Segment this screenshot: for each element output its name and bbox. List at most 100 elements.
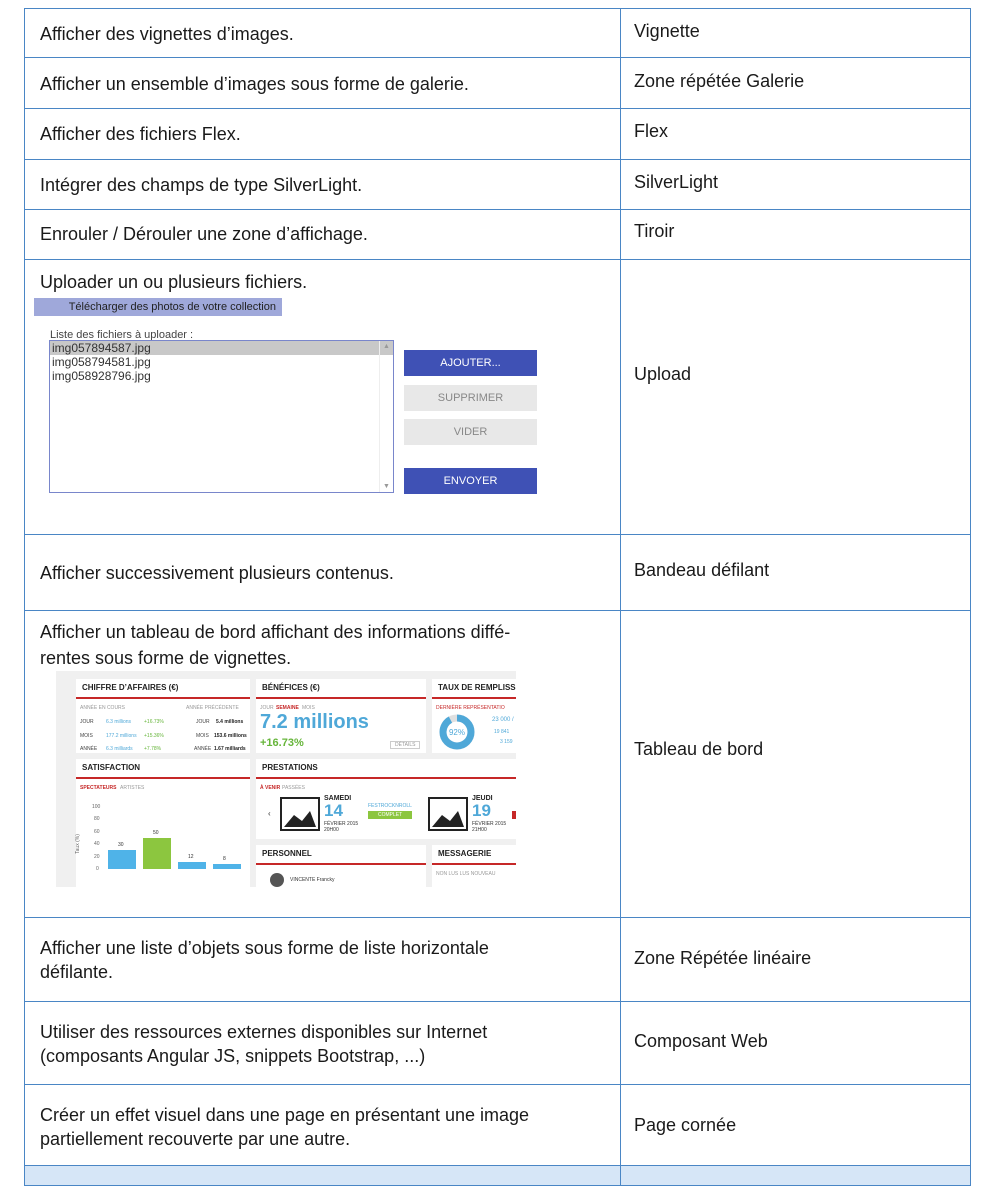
image-placeholder-icon xyxy=(280,797,320,831)
dashboard-preview: CHIFFRE D’AFFAIRES (€) ANNÉE EN COURS AN… xyxy=(56,671,516,887)
value: 153.6 millions xyxy=(214,733,247,739)
satisfaction-chart: 30 50 12 8 xyxy=(108,807,248,869)
upload-banner: Télécharger des photos de votre collecti… xyxy=(34,298,282,316)
row-control-name: Zone Répétée linéaire xyxy=(634,948,812,968)
list-item[interactable]: img058794581.jpg xyxy=(50,355,393,369)
profit-panel: BÉNÉFICES (€) JOUR SEMAINE MOIS 7.2 mill… xyxy=(256,679,426,753)
row-control-name: Tiroir xyxy=(634,221,675,241)
scroll-down-icon[interactable]: ▼ xyxy=(383,483,390,490)
label: ANNÉE xyxy=(194,746,212,752)
value: 6.3 milliards xyxy=(106,746,133,752)
feature-table: Afficher des vignettes d’images. Vignett… xyxy=(24,8,971,1186)
row-control-name: Bandeau défilant xyxy=(634,560,770,580)
profit-value: 7.2 millions xyxy=(260,711,369,733)
row-description: Intégrer des champs de type SilverLight. xyxy=(40,175,363,195)
chart-bar xyxy=(213,864,241,869)
scroll-up-icon[interactable]: ▲ xyxy=(383,343,390,350)
panel-title: BÉNÉFICES (€) xyxy=(262,683,320,692)
chart-data-label: 8 xyxy=(223,856,226,863)
row-control-name: Zone répétée Galerie xyxy=(634,71,805,91)
label: ANNÉE xyxy=(80,746,98,752)
row-description-line2: (composants Angular JS, snippets Bootstr… xyxy=(40,1046,426,1066)
label: MOIS xyxy=(196,733,209,739)
chart-data-label: 12 xyxy=(188,853,194,860)
tab-artists[interactable]: ARTISTES xyxy=(120,785,144,791)
value: 177.2 millions xyxy=(106,733,137,739)
row-description: Afficher des vignettes d’images. xyxy=(40,24,294,44)
avatar xyxy=(270,873,284,887)
chart-bar xyxy=(178,861,206,869)
y-tick-label: 60 xyxy=(94,829,100,835)
value: 14 xyxy=(324,801,343,820)
fill-rate-panel: TAUX DE REMPLISS DERNIÈRE REPRÉSENTATIO … xyxy=(432,679,516,753)
row-control-name: Upload xyxy=(634,364,692,384)
chart-data-label: 50 xyxy=(153,830,159,836)
upload-file-list[interactable]: img057894587.jpg img058794581.jpg img058… xyxy=(49,340,394,493)
table-row: Créer un effet visuel dans une page en p… xyxy=(24,1085,971,1166)
value: 6.3 millions xyxy=(106,719,132,725)
value: 5.4 millions xyxy=(216,719,244,725)
tab-past[interactable]: PASSÉES xyxy=(282,785,305,791)
row-control-name: Vignette xyxy=(634,21,700,41)
row-control-name: Page cornée xyxy=(634,1115,737,1135)
row-control-name: Flex xyxy=(634,121,669,141)
donut-label: 92% xyxy=(449,728,465,737)
table-row: Enrouler / Dérouler une zone d’affichage… xyxy=(24,210,971,260)
table-row-partial xyxy=(24,1166,971,1186)
row-description: Enrouler / Dérouler une zone d’affichage… xyxy=(40,224,368,244)
row-description-line1: Afficher un tableau de bord affichant de… xyxy=(40,622,511,642)
panel-title: TAUX DE REMPLISS xyxy=(438,683,516,692)
y-axis-label: Taux (%) xyxy=(74,834,81,854)
y-tick-label: 20 xyxy=(94,854,100,860)
staff-panel: PERSONNEL VINCENTE Francky xyxy=(256,845,426,887)
table-row: Intégrer des champs de type SilverLight.… xyxy=(24,160,971,210)
y-tick-label: 0 xyxy=(96,866,99,872)
messages-panel: MESSAGERIE NON LUS LUS NOUVEAU xyxy=(432,845,516,887)
label: VINCENTE Francky xyxy=(290,877,335,883)
row-description: Afficher un ensemble d’images sous forme… xyxy=(40,74,469,94)
message-tabs[interactable]: NON LUS LUS NOUVEAU xyxy=(436,871,495,877)
delete-button[interactable]: SUPPRIMER xyxy=(404,385,537,411)
label: MOIS xyxy=(80,733,93,739)
list-item[interactable]: img057894587.jpg xyxy=(50,341,393,355)
row-description: Afficher successivement plusieurs conten… xyxy=(40,563,394,583)
row-description-line2: défilante. xyxy=(40,962,114,982)
tab-spectators[interactable]: SPECTATEURS xyxy=(80,785,116,791)
chart-data-label: 30 xyxy=(118,842,124,849)
row-control-name: Composant Web xyxy=(634,1031,768,1051)
chart-bar xyxy=(143,838,171,869)
panel-title: CHIFFRE D’AFFAIRES (€) xyxy=(82,683,179,692)
panel-title: SATISFACTION xyxy=(82,763,141,772)
label: DERNIÈRE REPRÉSENTATIO xyxy=(436,705,505,711)
send-button[interactable]: ENVOYER xyxy=(404,468,537,494)
panel-title: MESSAGERIE xyxy=(438,849,492,858)
clear-button[interactable]: VIDER xyxy=(404,419,537,445)
table-row: Afficher successivement plusieurs conten… xyxy=(24,535,971,611)
donut-chart: 92% xyxy=(439,714,475,750)
table-row: Afficher des fichiers Flex. Flex xyxy=(24,109,971,160)
row-description: Uploader un ou plusieurs fichiers. xyxy=(40,272,308,292)
label: ANNÉE PRÉCÉDENTE xyxy=(186,705,239,711)
value: +16.73% xyxy=(144,719,164,725)
add-button[interactable]: AJOUTER... xyxy=(404,350,537,376)
value: 19 xyxy=(472,801,491,820)
row-description-line1: Créer un effet visuel dans une page en p… xyxy=(40,1105,530,1125)
image-placeholder-icon xyxy=(428,797,468,831)
y-tick-label: 80 xyxy=(94,816,100,822)
chart-bar xyxy=(108,850,136,869)
row-description: Afficher des fichiers Flex. xyxy=(40,124,241,144)
scrollbar[interactable]: ▲ ▼ xyxy=(379,341,393,492)
value: 3 159 xyxy=(500,739,513,745)
row-description-line2: rentes sous forme de vignettes. xyxy=(40,648,292,668)
value: 19 841 xyxy=(494,729,510,735)
label: JOUR xyxy=(196,719,210,725)
table-row: Afficher des vignettes d’images. Vignett… xyxy=(24,8,971,58)
table-row: Utiliser des ressources externes disponi… xyxy=(24,1002,971,1085)
tab-upcoming[interactable]: À VENIR xyxy=(260,785,280,791)
label: FESTROCKNROLL xyxy=(368,803,412,809)
value: 23 000 / xyxy=(492,717,514,723)
list-item[interactable]: img058928796.jpg xyxy=(50,369,393,383)
chevron-left-icon[interactable]: ‹ xyxy=(268,809,271,818)
value: +15.36% xyxy=(144,733,164,739)
details-button[interactable]: DÉTAILS xyxy=(390,741,421,749)
